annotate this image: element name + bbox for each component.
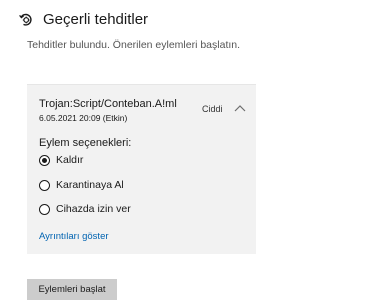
radio-selected-icon <box>39 154 50 166</box>
card-divider <box>27 84 256 85</box>
threat-date: 6.05.2021 20:09 (Etkin) <box>39 113 128 123</box>
radio-unselected-icon <box>39 179 50 191</box>
radio-option-quarantine[interactable]: Karantinaya Al <box>39 179 124 191</box>
radio-label: Karantinaya Al <box>56 179 124 191</box>
radio-label: Cihazda izin ver <box>56 203 131 215</box>
page-subtitle: Tehditler bulundu. Önerilen eylemleri ba… <box>27 39 241 51</box>
collapse-button[interactable] <box>230 99 250 117</box>
virus-scan-icon <box>18 12 34 28</box>
start-actions-button[interactable]: Eylemleri başlat <box>27 279 117 300</box>
section-header: Geçerli tehditler <box>18 11 148 28</box>
radio-option-remove[interactable]: Kaldır <box>39 154 83 166</box>
severity-label: Ciddi <box>202 104 223 114</box>
show-details-link[interactable]: Ayrıntıları göster <box>39 231 109 242</box>
radio-unselected-icon <box>39 203 50 215</box>
radio-option-allow[interactable]: Cihazda izin ver <box>39 203 131 215</box>
radio-dot <box>42 157 47 163</box>
radio-label: Kaldır <box>56 154 84 166</box>
current-threats-page: Geçerli tehditler Tehditler bulundu. Öne… <box>0 0 386 300</box>
action-options-label: Eylem seçenekleri: <box>39 137 132 149</box>
threat-name: Trojan:Script/Conteban.A!ml <box>39 98 177 110</box>
page-title: Geçerli tehditler <box>43 11 149 28</box>
chevron-up-icon <box>234 99 246 117</box>
threat-card: Trojan:Script/Conteban.A!ml 6.05.2021 20… <box>27 84 256 254</box>
